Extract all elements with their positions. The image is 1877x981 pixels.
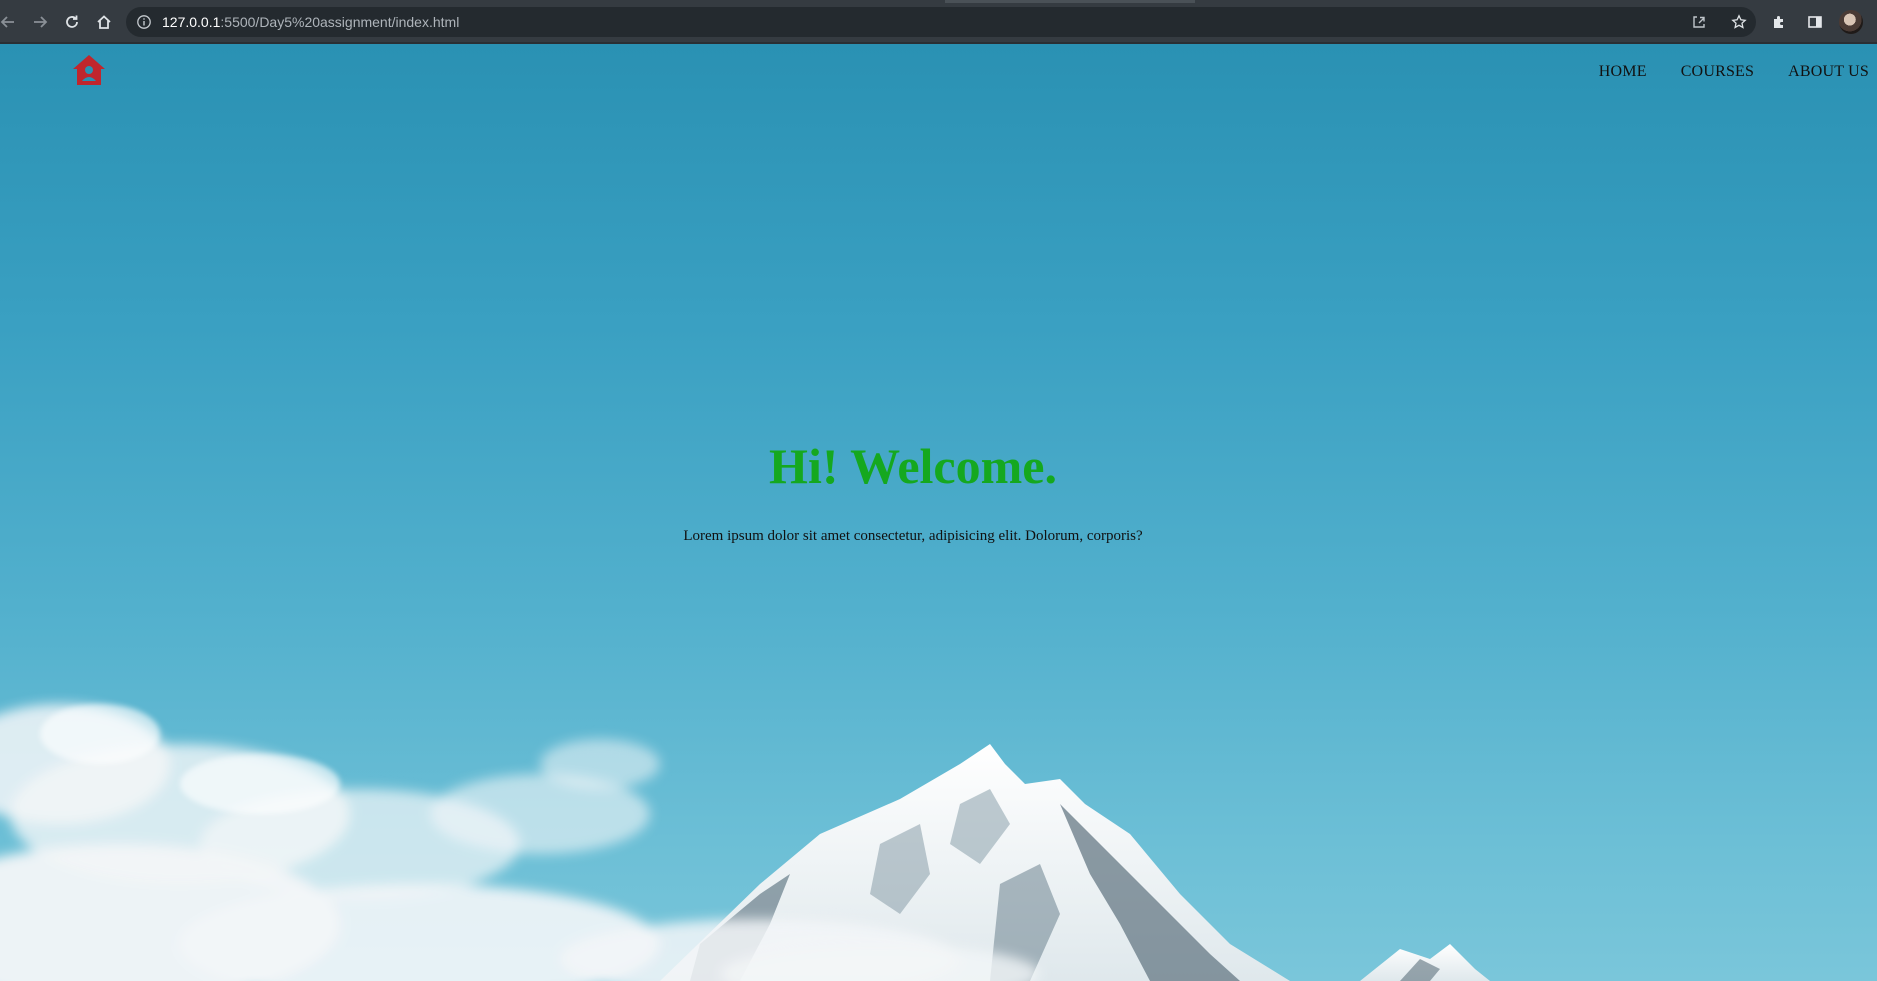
hero-subtitle: Lorem ipsum dolor sit amet consectetur, …: [683, 528, 1143, 544]
site-navigation: HOME COURSES ABOUT US: [1599, 63, 1869, 81]
address-bar[interactable]: 127.0.0.1:5500/Day5%20assignment/index.h…: [126, 7, 1756, 37]
nav-link-courses[interactable]: COURSES: [1681, 63, 1754, 81]
side-panel-button[interactable]: [1803, 10, 1827, 34]
forward-button[interactable]: [28, 10, 52, 34]
nav-link-home[interactable]: HOME: [1599, 63, 1647, 81]
page-viewport: HOME COURSES ABOUT US Hi! Welcome. Lorem…: [0, 44, 1877, 981]
arrow-left-icon: [0, 16, 14, 28]
hero-title: Hi! Welcome.: [769, 438, 1057, 494]
share-icon: [1693, 16, 1705, 28]
extensions-button[interactable]: [1767, 10, 1791, 34]
nav-link-about-us[interactable]: ABOUT US: [1788, 63, 1869, 81]
home-icon: [97, 15, 111, 29]
side-panel-icon: [1808, 16, 1822, 28]
info-icon[interactable]: [136, 14, 152, 30]
puzzle-icon: [1774, 16, 1783, 28]
profile-avatar[interactable]: [1839, 10, 1863, 34]
reload-button[interactable]: [60, 10, 84, 34]
star-icon: [1731, 14, 1747, 29]
back-button[interactable]: [0, 10, 20, 34]
home-button[interactable]: [92, 10, 116, 34]
active-tab-indicator: [945, 0, 1195, 3]
browser-toolbar: 127.0.0.1:5500/Day5%20assignment/index.h…: [0, 0, 1877, 44]
share-button[interactable]: [1687, 10, 1711, 34]
house-user-icon[interactable]: [72, 54, 106, 86]
arrow-right-icon: [34, 16, 48, 28]
mountain-background-image: [0, 704, 1490, 981]
url-path: :5500/Day5%20assignment/index.html: [220, 14, 460, 30]
bookmark-button[interactable]: [1727, 10, 1751, 34]
reload-icon: [66, 15, 78, 28]
url-host: 127.0.0.1: [162, 14, 221, 30]
